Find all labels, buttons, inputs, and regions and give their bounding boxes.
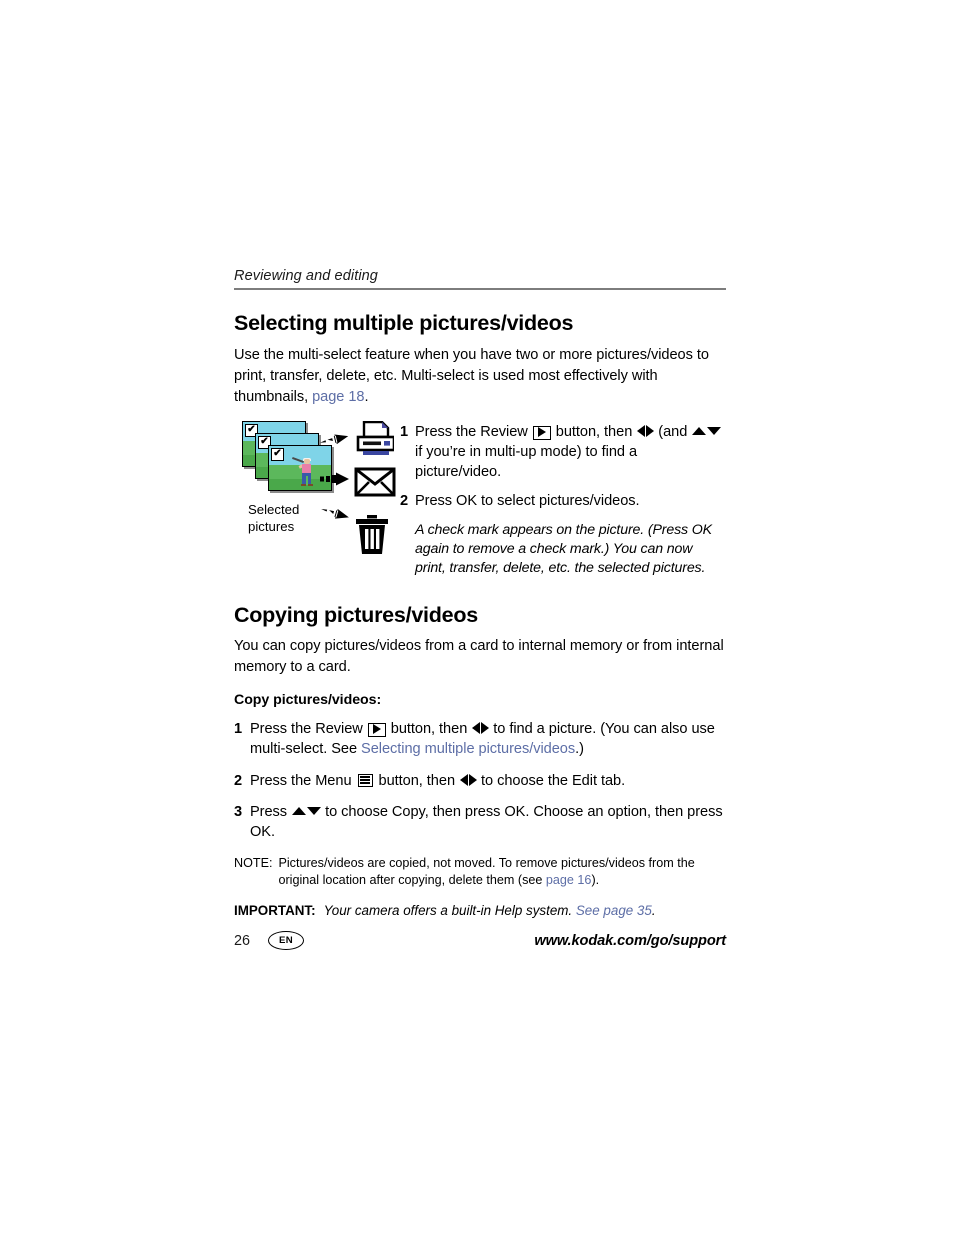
support-url: www.kodak.com/go/support [534, 932, 726, 949]
language-badge: EN [268, 931, 305, 950]
step-note: A check mark appears on the picture. (Pr… [415, 521, 712, 577]
up-arrow-icon [691, 427, 706, 436]
note-label: NOTE: [234, 855, 273, 870]
important-text: Your camera offers a built-in Help syste… [324, 902, 726, 920]
note-text: Pictures/videos are copied, not moved. T… [278, 855, 726, 889]
step-1-number: 1 [400, 424, 409, 441]
link-page-18[interactable]: page 18 [312, 389, 364, 405]
step-1-text-c: (and [654, 424, 692, 441]
printer-icon [354, 421, 400, 461]
copy-step-1: 1 Press the Review button, then to find … [234, 719, 726, 760]
section1-steps: 1 Press the Review button, then (and if … [400, 421, 726, 578]
step-1-text-a: Press the Review [415, 424, 532, 441]
multi-select-figure: ✔ ✔ ✔ Selected pictures [234, 421, 400, 578]
destination-icons [354, 421, 400, 560]
copy-step-2-text-b: button, then [374, 772, 460, 789]
copy-step-1-number: 1 [234, 720, 243, 737]
link-see-page-35[interactable]: See page 35 [576, 903, 652, 918]
step-2: 2 Press OK to select pictures/videos. [400, 492, 726, 512]
play-triangle-icon [537, 427, 546, 438]
step-2-text: Press OK to select pictures/videos. [415, 492, 640, 509]
menu-line-2 [360, 779, 370, 781]
link-page-16[interactable]: page 16 [546, 873, 592, 887]
copy-step-2-number: 2 [234, 772, 243, 789]
copy-step-3-text: Press to choose Copy, then press OK. Cho… [250, 802, 726, 843]
left-arrow-icon [636, 425, 645, 438]
copy-step-1-text-a: Press the Review [250, 720, 367, 737]
arrow-to-trash-icon [318, 503, 351, 527]
page-number: 26 [234, 932, 251, 949]
left-arrow-icon [459, 773, 468, 786]
review-button-icon [532, 426, 551, 441]
checkmark-icon: ✔ [271, 448, 284, 462]
right-arrow-icon [645, 425, 654, 438]
important-block: IMPORTANT: Your camera offers a built-in… [234, 902, 726, 920]
golfer-figure [292, 457, 316, 487]
arrow-to-envelope-icon [320, 471, 350, 487]
down-arrow-icon [706, 427, 721, 436]
play-triangle-icon [372, 723, 381, 734]
copy-step-3-number: 3 [234, 804, 243, 820]
right-arrow-icon [468, 773, 477, 786]
copy-step-1-text: Press the Review button, then to find a … [250, 719, 726, 760]
up-arrow-icon [291, 807, 306, 815]
step-1-text-b: button, then [551, 424, 637, 441]
menu-line-1 [360, 776, 370, 778]
down-arrow-icon [306, 807, 321, 815]
section1-intro-text-a: Use the multi-select feature when you ha… [234, 347, 709, 405]
note-text-b: ). [591, 872, 600, 887]
copy-step-3: 3 Press to choose Copy, then press OK. C… [234, 802, 726, 843]
running-head: Reviewing and editing [234, 268, 378, 284]
header-rule [234, 288, 726, 291]
page-footer: 26 EN www.kodak.com/go/support [234, 931, 726, 950]
right-arrow-icon [480, 721, 489, 734]
copy-step-3-text-a: Press [250, 804, 292, 820]
arrow-to-printer-icon [319, 430, 352, 453]
review-button-icon [367, 722, 386, 737]
section1-intro: Use the multi-select feature when you ha… [234, 345, 726, 407]
menu-line-3 [360, 782, 370, 784]
flow-arrows [318, 429, 354, 527]
copy-step-2-text-a: Press the Menu [250, 772, 356, 789]
golfer-shoe-right [308, 484, 314, 487]
link-selecting-multiple[interactable]: Selecting multiple pictures/videos [361, 741, 575, 757]
sub-head-copy: Copy pictures/videos: [234, 691, 382, 708]
step-1-text-d: if you’re in multi-up mode) to find a pi… [415, 444, 638, 480]
section1-intro-text-b: . [364, 388, 369, 405]
copy-step-2-text: Press the Menu button, then to choose th… [250, 771, 726, 791]
section-title-copying: Copying pictures/videos [234, 602, 478, 627]
step-1: 1 Press the Review button, then (and if … [400, 423, 726, 483]
step-2-number: 2 [400, 492, 409, 509]
note-block: NOTE: Pictures/videos are copied, not mo… [234, 855, 726, 889]
note-text-a: Pictures/videos are copied, not moved. T… [278, 855, 695, 887]
copy-step-1-text-b: button, then [386, 720, 472, 737]
section2-intro: You can copy pictures/videos from a card… [234, 638, 724, 676]
page-content: Reviewing and editing Selecting multiple… [234, 268, 726, 920]
golfer-torso [302, 464, 312, 474]
menu-button-icon [357, 773, 373, 787]
copy-step-3-text-b: to choose Copy, then press OK. Choose an… [250, 804, 723, 841]
copy-step-2: 2 Press the Menu button, then to choose … [234, 771, 726, 791]
important-text-b: . [651, 903, 656, 919]
important-text-a: Your camera offers a built-in Help syste… [323, 903, 576, 919]
section-title-selecting: Selecting multiple pictures/videos [234, 311, 574, 336]
golfer-shoe-left [301, 484, 307, 487]
copy-step-1-text-d: .) [575, 741, 584, 758]
figure-and-steps-row: ✔ ✔ ✔ Selected pictures 1 Press the Revi… [234, 421, 726, 578]
important-label: IMPORTANT: [234, 903, 316, 919]
envelope-icon [354, 467, 400, 507]
step-1-text: Press the Review button, then (and if yo… [415, 423, 726, 483]
copy-step-2-text-c: to choose the Edit tab. [477, 772, 626, 789]
left-arrow-icon [471, 721, 480, 734]
trash-icon [354, 515, 400, 555]
